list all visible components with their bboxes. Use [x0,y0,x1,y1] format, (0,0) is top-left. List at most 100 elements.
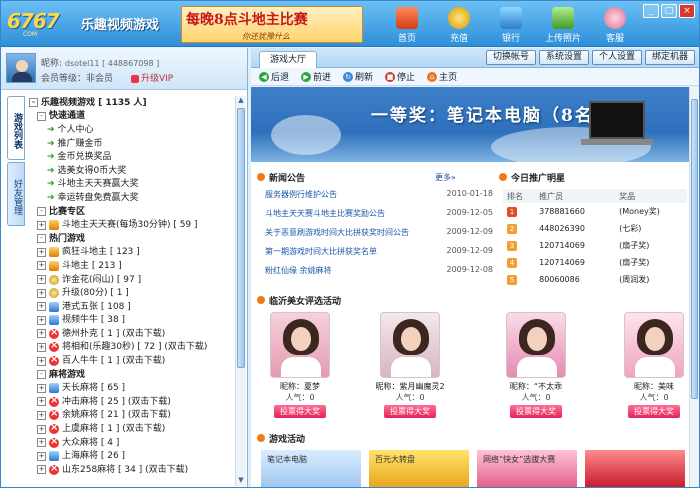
prize-hero-banner[interactable]: 一等奖：笔记本电脑（8名） [251,87,689,162]
left-scrollbar-thumb[interactable] [237,108,245,368]
collapse-icon[interactable]: - [37,370,46,380]
header-banner-ad[interactable]: 每晚8点斗地主比赛 你还犹豫什么 [181,6,363,43]
tree-category[interactable]: - 快速通道 [27,110,233,124]
tree-quick-link[interactable]: ➔ 推广赚金币 [27,137,233,151]
tree-quick-link[interactable]: ➔ 幸运转盘免费赢大奖 [27,191,233,205]
expand-icon[interactable]: + [37,383,46,393]
expand-icon[interactable]: + [37,275,46,285]
contestant-photo[interactable] [380,312,440,378]
news-item[interactable]: 斗地主天天赛斗地主比赛奖励公告 2009-12-05 [265,208,493,225]
tree-category[interactable]: - 热门游戏 [27,232,233,246]
tree-game-item[interactable]: + 港式五张 [ 108 ] [27,300,233,314]
prize-cell: (扇子奖) [619,241,650,250]
expand-icon[interactable]: + [37,220,46,230]
expand-icon[interactable]: + [37,356,46,366]
maximize-button[interactable]: □ [661,4,677,18]
minimize-button[interactable]: _ [643,4,659,18]
news-item[interactable]: 粉红仙缘 余姚麻将 2009-12-08 [265,265,493,282]
activity-banner-1[interactable]: 笔记本电脑 [261,450,361,487]
tree-category[interactable]: - 比赛专区 [27,205,233,219]
right-scrollbar[interactable] [689,87,699,487]
tree-game-item[interactable]: + 斗地主天天赛(每场30分钟) [ 59 ] [27,218,233,232]
tree-root[interactable]: - 乐趣视频游戏 [ 1135 人] [27,96,233,110]
vote-button[interactable]: 投票得大奖 [510,405,562,418]
contestant-card: 昵称：美味 人气：0 投票得大奖 [611,312,689,422]
scroll-down-icon[interactable]: ▼ [236,476,246,486]
home-page-button[interactable]: ⌂ 主页 [427,70,457,83]
activity-banner-2[interactable]: 百元大转盘 [369,450,469,487]
news-more-link[interactable]: 更多» [435,172,456,183]
refresh-button[interactable]: ↻ 刷新 [343,70,373,83]
stop-button[interactable]: ■ 停止 [385,70,415,83]
system-settings-button[interactable]: 系统设置 [538,50,589,65]
personal-settings-button[interactable]: 个人设置 [591,50,642,65]
expand-icon[interactable]: + [37,342,46,352]
contestant-photo[interactable] [270,312,330,378]
tree-game-item[interactable]: + 山东258麻将 [ 34 ] (双击下载) [27,462,233,477]
bind-machine-button[interactable]: 绑定机器 [644,50,695,65]
tree-quick-link[interactable]: ➔ 个人中心 [27,123,233,137]
back-button[interactable]: ◀ 后退 [259,70,289,83]
rank-title: 今日推广明星 [511,173,566,184]
activity-banner-4[interactable] [585,450,685,487]
forward-button[interactable]: ▶ 前进 [301,70,331,83]
expand-icon[interactable]: + [37,288,46,298]
activity-banner-3[interactable]: 网络“快女”选拔大赛 [477,450,577,487]
expand-icon[interactable]: + [37,465,46,475]
collapse-icon[interactable]: - [37,111,46,121]
tree-game-label: 港式五张 [ 108 ] [62,301,131,312]
rank-cell: 2 [503,220,535,237]
collapse-icon[interactable]: - [37,234,46,244]
news-item[interactable]: 第一期游戏时间大比拼获奖名单 2009-12-09 [265,246,493,263]
switch-account-button[interactable]: 切换帐号 [485,50,536,65]
tree-game-item[interactable]: + 斗地主 [ 213 ] [27,259,233,273]
tab-game-hall[interactable]: 游戏大厅 [259,51,318,68]
left-scrollbar[interactable]: ▲ ▼ [235,96,246,486]
home-page-label: 主页 [439,73,458,83]
nav-upload-photo-button[interactable]: 上传照片 [537,7,589,44]
expand-icon[interactable]: + [37,247,46,257]
expand-icon[interactable]: + [37,424,46,434]
nav-recharge-button[interactable]: 充值 [433,7,485,44]
nav-service-button[interactable]: 客服 [589,7,641,44]
promoter-cell: 120714069 [539,241,585,250]
tree-quick-link[interactable]: ➔ 金币兑换奖品 [27,150,233,164]
tab-game-list[interactable]: 游戏列表 [7,96,25,160]
expand-icon[interactable]: + [37,315,46,325]
expand-icon[interactable]: + [37,410,46,420]
stop-label: 停止 [397,73,416,83]
contestant-photo[interactable] [624,312,684,378]
upgrade-vip-link[interactable]: 升级VIP [131,71,173,84]
browser-nav-bar: ◀ 后退 ▶ 前进 ↻ 刷新 ■ 停止 ⌂ 主页 [251,68,699,86]
tree-game-item[interactable]: + 诈金花(闷山) [ 97 ] [27,273,233,287]
vote-button[interactable]: 投票得大奖 [274,405,326,418]
tree-category[interactable]: - 麻将游戏 [27,368,233,382]
tree-game-item[interactable]: + 升级(80分) [ 1 ] [27,286,233,300]
expand-icon[interactable]: + [37,261,46,271]
collapse-icon[interactable]: - [29,98,38,108]
expand-icon[interactable]: + [37,397,46,407]
nav-home-button[interactable]: 首页 [381,7,433,44]
expand-icon[interactable]: + [37,451,46,461]
close-button[interactable]: × [679,4,695,18]
contestant-photo[interactable] [506,312,566,378]
nav-bank-button[interactable]: 银行 [485,7,537,44]
tree-quick-link[interactable]: ➔ 选美女得0币大奖 [27,164,233,178]
scroll-up-icon[interactable]: ▲ [236,96,246,106]
news-item[interactable]: 服务器例行维护公告 2010-01-18 [265,189,493,206]
news-item[interactable]: 关于恶意刷游戏时间大比拼获奖时间公告 2009-12-09 [265,227,493,244]
right-scrollbar-thumb[interactable] [691,99,698,399]
vote-button[interactable]: 投票得大奖 [628,405,680,418]
expand-icon[interactable]: + [37,302,46,312]
tree-game-item[interactable]: + 疯狂斗地主 [ 123 ] [27,246,233,260]
game-icon [49,383,59,394]
tree-game-item[interactable]: + 大众麻将 [ 4 ] [27,435,233,450]
expand-icon[interactable]: + [37,438,46,448]
tab-friend-manage[interactable]: 好友管理 [7,162,25,226]
collapse-icon[interactable]: - [37,207,46,217]
vote-button[interactable]: 投票得大奖 [384,405,436,418]
avatar[interactable] [6,53,36,83]
tree-game-item[interactable]: + 百人牛牛 [ 1 ] (双击下载) [27,353,233,368]
expand-icon[interactable]: + [37,329,46,339]
tree-quick-link[interactable]: ➔ 斗地主天天赛赢大奖 [27,178,233,192]
